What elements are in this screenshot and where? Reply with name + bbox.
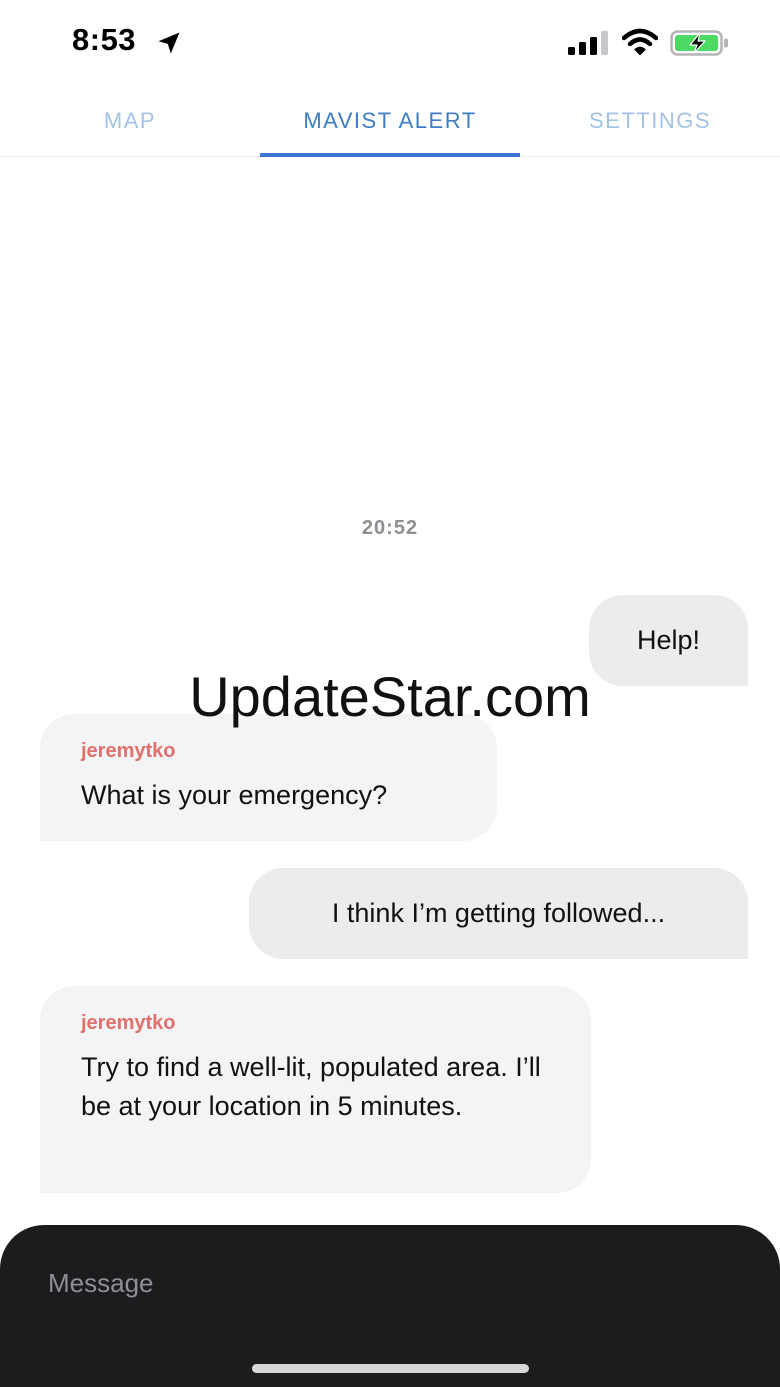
- message-text: Try to find a well-lit, populated area. …: [81, 1052, 541, 1121]
- message-text: I think I’m getting followed...: [331, 898, 666, 928]
- outgoing-message-bubble[interactable]: I think I’m getting followed...: [249, 868, 748, 959]
- tab-label: MAP: [103, 108, 157, 133]
- tab-label: SETTINGS: [588, 108, 711, 133]
- battery-charging-icon: [670, 30, 728, 56]
- status-bar: 8:53: [0, 0, 780, 86]
- chat-area[interactable]: 20:52 Help! jeremytko What is your emerg…: [0, 157, 780, 1227]
- incoming-message-bubble[interactable]: jeremytko What is your emergency?: [40, 714, 497, 841]
- tab-mavist-alert[interactable]: MAVIST ALERT: [260, 86, 520, 157]
- location-arrow-icon: [158, 32, 180, 54]
- wifi-icon: [622, 28, 658, 55]
- home-indicator[interactable]: [252, 1364, 529, 1373]
- message-text: What is your emergency?: [81, 780, 388, 810]
- tab-bar: MAP MAVIST ALERT SETTINGS: [0, 86, 780, 157]
- incoming-message-bubble[interactable]: jeremytko Try to find a well-lit, popula…: [40, 986, 591, 1193]
- screen: 8:53 MAP MAVIST ALERT SETTINGS 20:52 Hel…: [0, 0, 780, 1387]
- outgoing-message-bubble[interactable]: Help!: [589, 595, 748, 686]
- message-sender: jeremytko: [81, 740, 176, 762]
- tab-label: MAVIST ALERT: [303, 108, 477, 133]
- status-time: 8:53: [72, 22, 137, 57]
- message-text: Help!: [636, 625, 701, 655]
- cellular-signal-icon: [568, 31, 608, 55]
- message-sender: jeremytko: [81, 1012, 176, 1034]
- tab-settings[interactable]: SETTINGS: [520, 86, 780, 156]
- message-composer: [0, 1225, 780, 1387]
- message-timestamp: 20:52: [361, 517, 419, 539]
- tab-map[interactable]: MAP: [0, 86, 260, 156]
- message-input[interactable]: [48, 1261, 728, 1305]
